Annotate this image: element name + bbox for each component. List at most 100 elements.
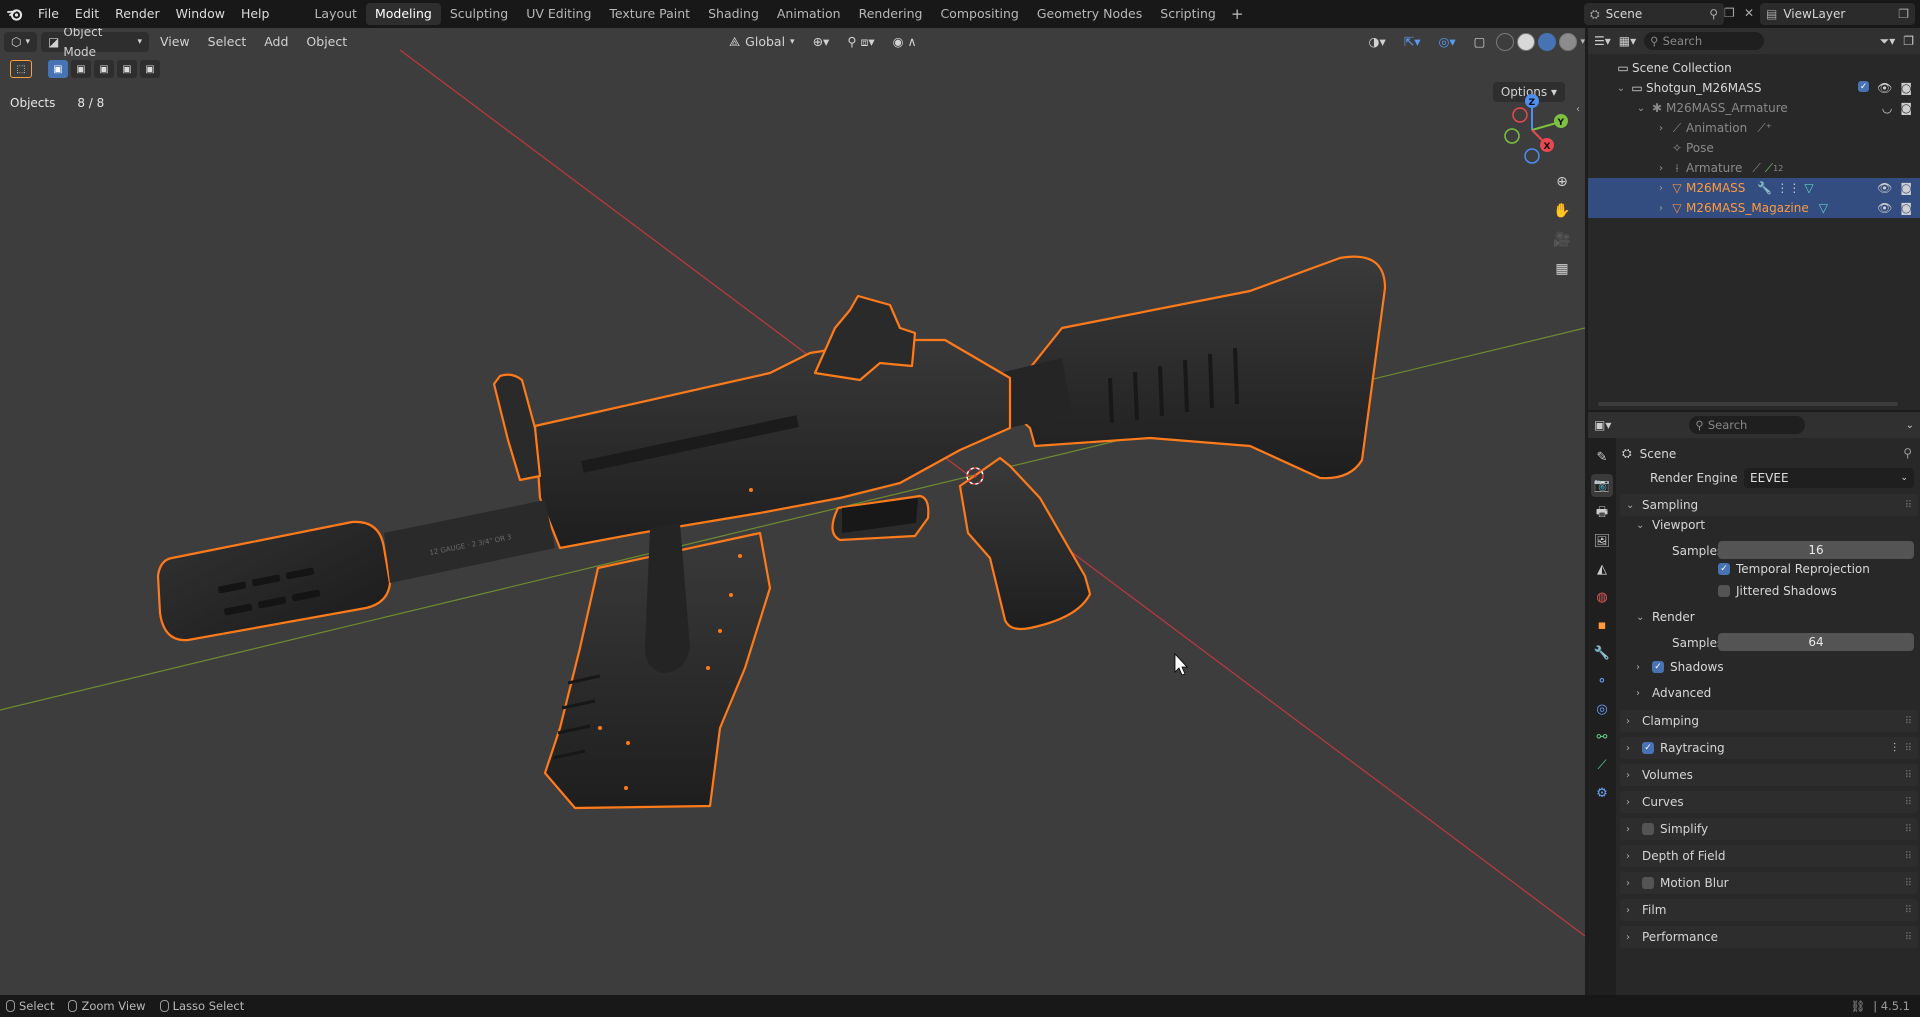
eye-icon[interactable]: 👁 [1877,181,1892,195]
checkbox-unchecked-icon[interactable] [1642,823,1654,835]
drag-handle-icon[interactable]: ⠿ [1905,824,1912,835]
add-workspace-button[interactable]: + [1225,5,1250,23]
snap-icon[interactable]: ⚲ ⧈▾ [840,32,881,52]
tab-shading[interactable]: Shading [699,3,768,25]
drag-handle-icon[interactable]: ⠿ [1905,500,1912,511]
drag-handle-icon[interactable]: ⠿ [1905,878,1912,889]
xray-icon[interactable]: ▢ [1467,32,1493,52]
pin-icon[interactable]: ⚲ [1903,446,1912,460]
subpanel-render[interactable]: ⌄ Render [1636,610,1695,624]
outliner-row-armature-object[interactable]: ⌄ ✱ M26MASS_Armature ◡ ◙ [1588,98,1920,118]
expand-arrow-icon[interactable]: › [1654,183,1668,194]
outliner-editor-icon[interactable]: ☰▾ [1594,34,1611,48]
panel-simplify[interactable]: › Simplify ⠿ [1620,818,1918,840]
rendered-shading-icon[interactable] [1559,33,1578,51]
pan-hand-icon[interactable]: ✋ [1550,199,1574,223]
expand-arrow-icon[interactable]: › [1654,203,1668,214]
checkbox-unchecked-icon[interactable] [1642,877,1654,889]
tab-animation[interactable]: Animation [768,3,850,25]
panel-volumes[interactable]: › Volumes ⠿ [1620,764,1918,786]
pin-icon[interactable]: ⚲ [1709,7,1718,21]
camera-icon[interactable]: ◙ [1900,101,1912,115]
select-tool-icon[interactable]: ⬚ [10,60,32,78]
checkbox-checked-icon[interactable]: ✓ [1642,742,1654,754]
panel-depth-of-field[interactable]: › Depth of Field ⠿ [1620,845,1918,867]
panel-film[interactable]: › Film ⠿ [1620,899,1918,921]
menu-help[interactable]: Help [233,0,278,28]
tab-compositing[interactable]: Compositing [931,3,1027,25]
scene-tab-icon[interactable]: ◭ [1591,558,1613,581]
tab-modeling[interactable]: Modeling [365,3,441,25]
render-engine-dropdown[interactable]: EEVEE ⌄ [1744,468,1914,488]
viewport-menu-view[interactable]: View [153,32,197,52]
perspective-grid-icon[interactable]: ▦ [1550,257,1574,281]
outliner-row-m26mass[interactable]: › ▽ M26MASS 🔧 ⋮⋮ ▽ 👁 ◙ [1588,178,1920,198]
navigation-gizmo[interactable]: Z Y X [1492,88,1572,168]
camera-view-icon[interactable]: 🎥 [1550,228,1574,252]
drag-handle-icon[interactable]: ⠿ [1905,905,1912,916]
tab-geometry-nodes[interactable]: Geometry Nodes [1028,3,1151,25]
outliner-row-animation[interactable]: › ⟋ Animation ⟋⁺ [1588,118,1920,138]
solid-shading-icon[interactable] [1517,33,1536,51]
scene-selector[interactable]: ⛭ Scene ⚲ [1584,3,1724,25]
pivot-icon[interactable]: ⊕▾ [806,32,837,52]
select-new-icon[interactable]: ▣ [48,60,68,78]
outliner-scrollbar[interactable] [1598,402,1898,406]
display-mode-icon[interactable]: ▦▾ [1619,34,1636,48]
object-tab-icon[interactable]: ▪ [1591,614,1613,637]
chevron-down-icon[interactable]: ▾ [1580,37,1585,47]
select-subtract-icon[interactable]: ▣ [94,60,114,78]
outliner-row-armature-data[interactable]: › ⟊ Armature ⟋ ⟋ 12 [1588,158,1920,178]
viewport-menu-select[interactable]: Select [201,32,254,52]
outliner-row-scene-collection[interactable]: ▭ Scene Collection [1588,58,1920,78]
expand-arrow-icon[interactable]: ⌄ [1614,83,1628,94]
mode-selector[interactable]: ◪ Object Mode ▾ [41,28,149,59]
menu-render[interactable]: Render [107,0,168,28]
delete-scene-icon[interactable]: ✕ [1744,6,1754,20]
tab-scripting[interactable]: Scripting [1151,3,1225,25]
tool-tab-icon[interactable]: ✎ [1591,446,1613,469]
shader-fx-tab-icon[interactable]: ⚙ [1591,782,1613,805]
panel-performance[interactable]: › Performance ⠿ [1620,926,1918,948]
transform-orientation-selector[interactable]: ⟁ Global ▾ [722,32,802,52]
select-extend-icon[interactable]: ▣ [71,60,91,78]
outliner-row-m26mass-magazine[interactable]: › ▽ M26MASS_Magazine ▽ 👁 ◙ [1588,198,1920,218]
modifiers-tab-icon[interactable]: 🔧 [1591,642,1613,665]
data-tab-icon[interactable]: ⟋ [1591,754,1613,777]
viewport-menu-object[interactable]: Object [299,32,354,52]
drag-handle-icon[interactable]: ⠿ [1905,770,1912,781]
camera-icon[interactable]: ◙ [1900,81,1912,95]
camera-icon[interactable]: ◙ [1900,201,1912,215]
panel-clamping[interactable]: › Clamping ⠿ [1620,710,1918,732]
panel-curves[interactable]: › Curves ⠿ [1620,791,1918,813]
viewport-samples-field[interactable]: 16 [1718,541,1914,559]
new-collection-icon[interactable]: ❐ [1903,34,1914,48]
zoom-icon[interactable]: ⊕ [1550,170,1574,194]
tab-layout[interactable]: Layout [305,3,366,25]
render-tab-icon[interactable]: 📷 [1591,474,1613,497]
proportional-edit-icon[interactable]: ◉ ∧ [886,32,924,52]
panel-motion-blur[interactable]: › Motion Blur ⠿ [1620,872,1918,894]
subpanel-shadows[interactable]: › ✓ Shadows [1636,660,1724,674]
outliner-row-shotgun-collection[interactable]: ⌄ ▭ Shotgun_M26MASS ✓ 👁 ◙ [1588,78,1920,98]
drag-handle-icon[interactable]: ⠿ [1905,716,1912,727]
menu-file[interactable]: File [30,0,67,28]
subpanel-advanced[interactable]: › Advanced [1636,686,1711,700]
eye-icon[interactable]: 👁 [1877,201,1892,215]
expand-arrow-icon[interactable]: › [1654,163,1668,174]
properties-editor-icon[interactable]: ▣▾ [1594,418,1611,432]
drag-handle-icon[interactable]: ⠿ [1905,932,1912,943]
menu-window[interactable]: Window [168,0,233,28]
panel-sampling[interactable]: ⌄ Sampling ⠿ [1620,494,1918,516]
view-layer-tab-icon[interactable]: 🖼 [1591,530,1613,553]
subpanel-viewport[interactable]: ⌄ Viewport [1636,518,1705,532]
visibility-icon[interactable]: ◑▾ [1362,32,1393,52]
new-viewlayer-icon[interactable]: ❐ [1898,7,1909,21]
sidebar-toggle-icon[interactable]: ‹ [1576,104,1580,115]
expand-arrow-icon[interactable]: › [1654,123,1668,134]
temporal-reprojection-checkbox[interactable]: ✓ Temporal Reprojection [1718,562,1870,576]
panel-raytracing[interactable]: › ✓ Raytracing ⫶ ⠿ [1620,737,1918,759]
jittered-shadows-checkbox[interactable]: Jittered Shadows [1718,584,1837,598]
select-invert-icon[interactable]: ▣ [117,60,137,78]
expand-arrow-icon[interactable]: ⌄ [1634,103,1648,114]
